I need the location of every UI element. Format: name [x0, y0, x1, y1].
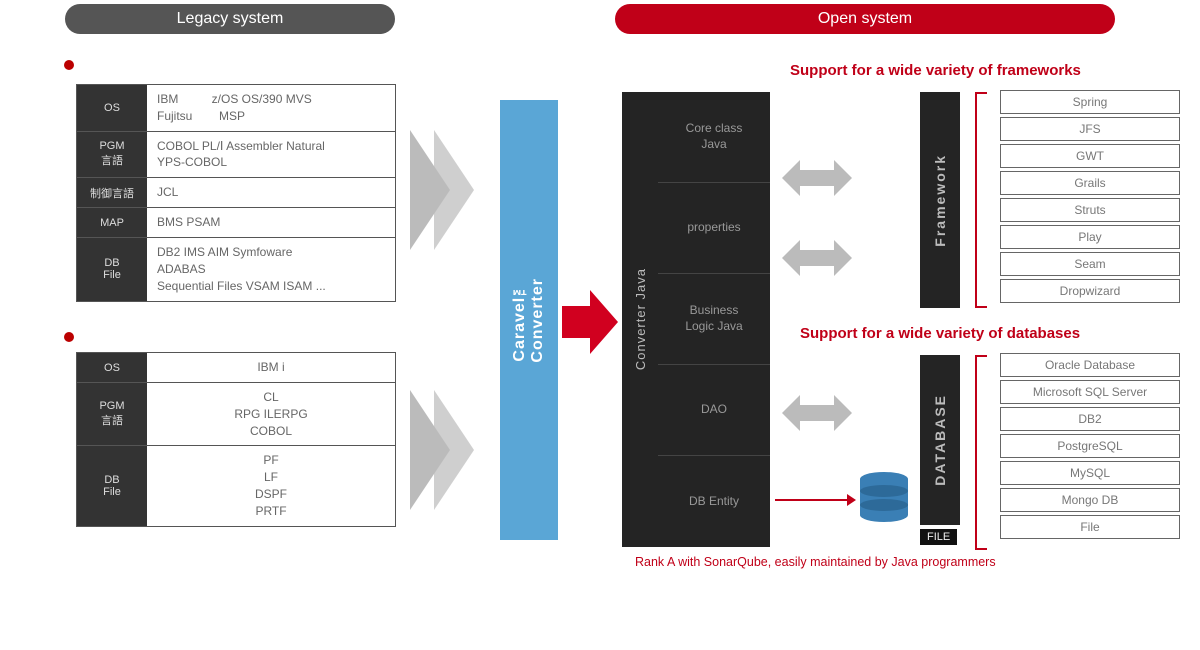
thin-red-arrow-icon — [775, 494, 856, 506]
row-label: 制御言語 — [77, 178, 147, 207]
row-value: IBM i — [147, 353, 395, 382]
java-stack-column: Core class Java properties Business Logi… — [658, 92, 770, 547]
list-item: Grails — [1000, 171, 1180, 195]
legacy-table-mainframe: OSIBM z/OS OS/390 MVS Fujitsu MSP PGM 言語… — [76, 84, 396, 302]
database-list: Oracle Database Microsoft SQL Server DB2… — [1000, 353, 1180, 542]
red-arrow-right-icon — [562, 290, 618, 354]
row-value: JCL — [147, 178, 395, 207]
row-label: DB File — [77, 446, 147, 525]
row-value: PF LF DSPF PRTF — [147, 446, 395, 525]
open-header-pill: Open system — [615, 4, 1115, 34]
list-item: MySQL — [1000, 461, 1180, 485]
converter-java-column: Converter Java — [622, 92, 658, 547]
caravel-converter: Caravel™ Converter — [500, 100, 558, 540]
row-value: COBOL PL/Ⅰ Assembler Natural YPS-COBOL — [147, 132, 395, 178]
database-cylinder-icon — [860, 472, 908, 522]
list-item: Seam — [1000, 252, 1180, 276]
framework-heading: Support for a wide variety of frameworks — [790, 62, 1081, 79]
double-arrow-icon — [782, 240, 852, 276]
list-item: DB2 — [1000, 407, 1180, 431]
stack-box: properties — [658, 183, 770, 274]
database-label-box: DATABASE — [920, 355, 960, 525]
red-bracket-icon — [975, 355, 977, 550]
stack-box: Business Logic Java — [658, 274, 770, 365]
row-value: IBM z/OS OS/390 MVS Fujitsu MSP — [147, 85, 395, 131]
row-label: PGM 言語 — [77, 383, 147, 445]
row-label: OS — [77, 85, 147, 131]
file-chip: FILE — [920, 529, 957, 545]
list-item: Spring — [1000, 90, 1180, 114]
bullet-icon — [64, 332, 74, 342]
list-item: Play — [1000, 225, 1180, 249]
list-item: Mongo DB — [1000, 488, 1180, 512]
row-label: MAP — [77, 208, 147, 237]
framework-label-box: Framework — [920, 92, 960, 308]
list-item: Dropwizard — [1000, 279, 1180, 303]
row-label: OS — [77, 353, 147, 382]
legacy-table-ibmi: OSIBM i PGM 言語CL RPG ILERPG COBOL DB Fil… — [76, 352, 396, 527]
list-item: PostgreSQL — [1000, 434, 1180, 458]
framework-list: Spring JFS GWT Grails Struts Play Seam D… — [1000, 90, 1180, 306]
row-label: PGM 言語 — [77, 132, 147, 178]
legacy-header-pill: Legacy system — [65, 4, 395, 34]
bullet-icon — [64, 60, 74, 70]
database-heading: Support for a wide variety of databases — [800, 325, 1080, 342]
stack-box: DB Entity — [658, 456, 770, 547]
double-arrow-icon — [782, 395, 852, 431]
list-item: Microsoft SQL Server — [1000, 380, 1180, 404]
footnote-text: Rank A with SonarQube, easily maintained… — [635, 555, 996, 569]
list-item: GWT — [1000, 144, 1180, 168]
list-item: File — [1000, 515, 1180, 539]
row-label: DB File — [77, 238, 147, 300]
double-arrow-icon — [782, 160, 852, 196]
row-value: BMS PSAM — [147, 208, 395, 237]
red-bracket-icon — [975, 92, 977, 308]
row-value: DB2 IMS AIM Symfoware ADABAS Sequential … — [147, 238, 395, 300]
stack-box: Core class Java — [658, 92, 770, 183]
list-item: Struts — [1000, 198, 1180, 222]
stack-box: DAO — [658, 365, 770, 456]
row-value: CL RPG ILERPG COBOL — [147, 383, 395, 445]
list-item: JFS — [1000, 117, 1180, 141]
list-item: Oracle Database — [1000, 353, 1180, 377]
